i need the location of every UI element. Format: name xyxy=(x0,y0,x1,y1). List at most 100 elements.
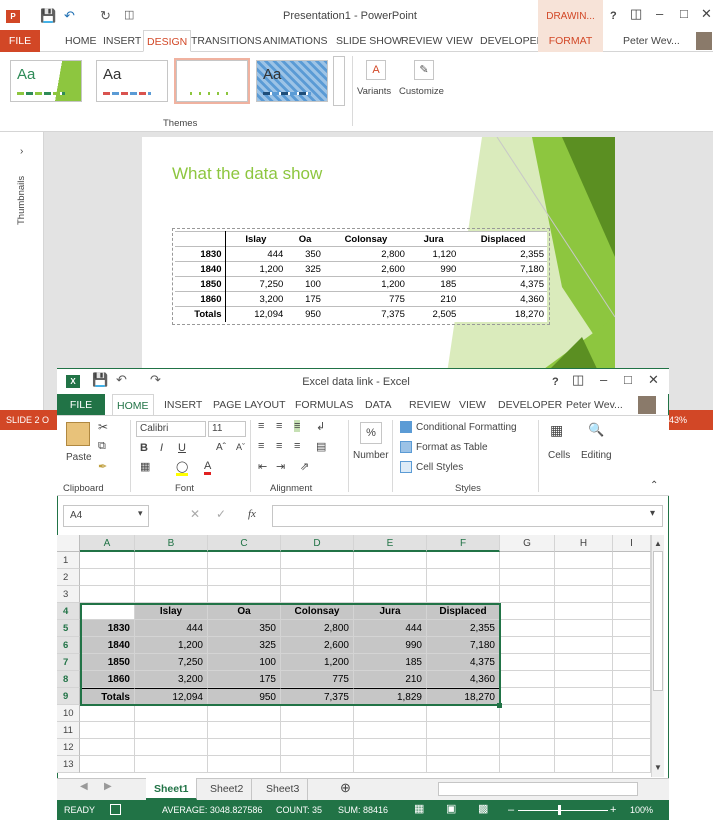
theme-facet[interactable]: Aa xyxy=(174,58,250,104)
start-from-beginning-icon[interactable]: ◫ xyxy=(124,8,134,21)
user-name[interactable]: Peter Wev... xyxy=(562,394,627,416)
avatar[interactable] xyxy=(638,396,656,414)
row-header[interactable]: 7 xyxy=(57,654,80,671)
grid-cell[interactable]: 18,270 xyxy=(427,688,500,705)
grid-cell[interactable] xyxy=(208,586,281,603)
wrap-text-icon[interactable]: ↲ xyxy=(316,420,325,433)
tab-home[interactable]: HOME xyxy=(112,394,154,416)
grid-cell[interactable] xyxy=(427,552,500,569)
underline-button[interactable]: U xyxy=(178,442,186,454)
grid-cell[interactable] xyxy=(555,688,613,705)
grid-cell[interactable]: 185 xyxy=(354,654,427,671)
thumbnails-label[interactable]: Thumbnails xyxy=(16,176,27,225)
grid-cell[interactable]: 3,200 xyxy=(135,671,208,688)
font-size-input[interactable]: 11 xyxy=(208,421,246,437)
grid-cell[interactable]: 1840 xyxy=(80,637,135,654)
tab-file[interactable]: FILE xyxy=(57,394,105,416)
vertical-scrollbar[interactable]: ▲ ▼ xyxy=(651,535,664,777)
grid-cell[interactable] xyxy=(208,569,281,586)
expand-thumbnails-icon[interactable]: › xyxy=(20,146,23,157)
orientation-icon[interactable]: ⇗ xyxy=(300,460,309,473)
theme-plain[interactable]: Aa xyxy=(96,60,168,102)
align-top-icon[interactable]: ≡ xyxy=(258,420,264,432)
tab-home[interactable]: HOME xyxy=(62,30,100,52)
horizontal-scrollbar[interactable] xyxy=(438,782,638,796)
grid-cell[interactable] xyxy=(80,756,135,773)
grid-cell[interactable] xyxy=(208,552,281,569)
grid-cell[interactable] xyxy=(500,705,555,722)
grid-cell[interactable] xyxy=(80,569,135,586)
grid-cell[interactable]: 7,375 xyxy=(281,688,354,705)
grid-cell[interactable] xyxy=(500,739,555,756)
tab-developer[interactable]: DEVELOPER xyxy=(494,394,566,416)
grid-cell[interactable] xyxy=(354,569,427,586)
grid-cell[interactable] xyxy=(135,586,208,603)
grid-cell[interactable] xyxy=(208,705,281,722)
align-bottom-icon[interactable]: ≡ xyxy=(294,420,301,432)
shrink-font-icon[interactable]: Aˇ xyxy=(236,442,245,452)
redo-icon[interactable]: ↷ xyxy=(150,372,161,388)
grid-cell[interactable]: 350 xyxy=(208,620,281,637)
fill-color-icon[interactable]: ◯ xyxy=(176,460,189,476)
cut-icon[interactable]: ✂ xyxy=(98,420,108,434)
format-as-table-button[interactable]: Format as Table xyxy=(416,442,488,453)
drawing-tools-tab[interactable]: DRAWIN... xyxy=(538,0,603,30)
zoom-status[interactable]: 43% xyxy=(665,410,713,430)
grid-cell[interactable] xyxy=(613,552,651,569)
avatar[interactable] xyxy=(696,32,712,50)
conditional-formatting-button[interactable]: Conditional Formatting xyxy=(416,422,517,433)
cells-button[interactable]: Cells xyxy=(548,450,570,461)
tab-format[interactable]: FORMAT xyxy=(538,30,603,52)
row-header[interactable]: 4 xyxy=(57,603,80,620)
prev-sheet-icon[interactable]: ◀ xyxy=(80,781,88,792)
undo-icon[interactable]: ↶ xyxy=(116,372,127,388)
number-format-button[interactable]: Number xyxy=(353,450,389,461)
grid-cell[interactable] xyxy=(613,705,651,722)
grid-cell[interactable] xyxy=(500,671,555,688)
grid-cell[interactable]: 444 xyxy=(135,620,208,637)
column-header-c[interactable]: C xyxy=(208,535,281,552)
column-header-a[interactable]: A xyxy=(80,535,135,552)
tab-data[interactable]: DATA xyxy=(361,394,395,416)
grid-cell[interactable] xyxy=(135,705,208,722)
row-header[interactable]: 1 xyxy=(57,552,80,569)
grid-cell[interactable] xyxy=(281,705,354,722)
tab-slide-show[interactable]: SLIDE SHOW xyxy=(333,30,405,52)
grid-cell[interactable]: 2,600 xyxy=(281,637,354,654)
expand-formula-icon[interactable]: ▾ xyxy=(650,508,655,519)
grid-cell[interactable]: 1860 xyxy=(80,671,135,688)
grid-cell[interactable] xyxy=(135,756,208,773)
row-header[interactable]: 8 xyxy=(57,671,80,688)
save-icon[interactable]: 💾 xyxy=(92,372,108,388)
column-header-e[interactable]: E xyxy=(354,535,427,552)
help-icon[interactable]: ? xyxy=(552,376,559,388)
grid-cell[interactable] xyxy=(500,552,555,569)
row-header[interactable]: 11 xyxy=(57,722,80,739)
grid-cell[interactable] xyxy=(500,722,555,739)
grid-cell[interactable] xyxy=(555,637,613,654)
name-box[interactable]: A4 xyxy=(63,505,149,527)
grid-cell[interactable] xyxy=(613,620,651,637)
cancel-formula-icon[interactable]: ✕ xyxy=(190,507,200,521)
grid-cell[interactable]: 2,355 xyxy=(427,620,500,637)
grid-cell[interactable] xyxy=(80,552,135,569)
grid-cell[interactable]: 7,180 xyxy=(427,637,500,654)
grid-cell[interactable] xyxy=(500,586,555,603)
fill-handle[interactable] xyxy=(497,703,502,708)
paste-button[interactable]: Paste xyxy=(66,452,92,463)
grid-cell[interactable]: 7,250 xyxy=(135,654,208,671)
grid-cell[interactable] xyxy=(80,586,135,603)
grid-cell[interactable] xyxy=(500,654,555,671)
sheet-tab-sheet3[interactable]: Sheet3 xyxy=(258,778,309,800)
grid-cell[interactable] xyxy=(427,722,500,739)
tab-file[interactable]: FILE xyxy=(0,30,40,52)
page-break-view-icon[interactable]: ▩ xyxy=(478,802,488,815)
align-middle-icon[interactable]: ≡ xyxy=(276,420,282,432)
grid-cell[interactable] xyxy=(500,603,555,620)
borders-icon[interactable]: ▦ xyxy=(140,460,150,473)
grid-cell[interactable] xyxy=(354,552,427,569)
column-header-g[interactable]: G xyxy=(500,535,555,552)
collapse-ribbon-icon[interactable]: ⌃ xyxy=(650,480,658,491)
grid-cell[interactable]: 1,829 xyxy=(354,688,427,705)
grid-cell[interactable] xyxy=(613,671,651,688)
